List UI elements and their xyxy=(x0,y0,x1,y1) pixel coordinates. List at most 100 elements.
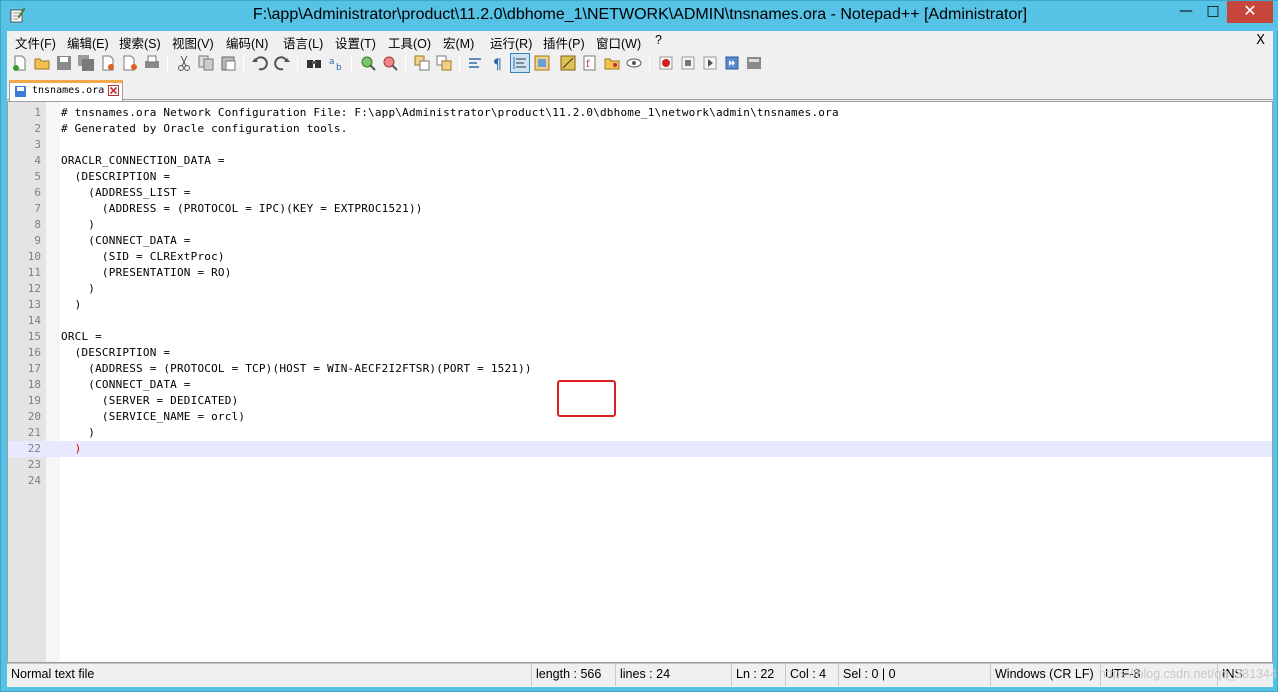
editor-line[interactable]: 5 (DESCRIPTION = xyxy=(8,169,1272,185)
paste-icon[interactable] xyxy=(219,54,237,72)
open-file-icon[interactable] xyxy=(33,54,51,72)
macro-run-multiple-icon[interactable] xyxy=(723,54,741,72)
copy-icon[interactable] xyxy=(197,54,215,72)
menu-run[interactable]: 运行(R) xyxy=(490,33,532,52)
menu-window[interactable]: 窗口(W) xyxy=(596,33,641,52)
editor-line[interactable]: 17 (ADDRESS = (PROTOCOL = TCP)(HOST = WI… xyxy=(8,361,1272,377)
editor-line[interactable]: 24 xyxy=(8,473,1272,489)
monitoring-eye-icon[interactable] xyxy=(625,54,643,72)
editor-line[interactable]: 12 ) xyxy=(8,281,1272,297)
menu-tools[interactable]: 工具(O) xyxy=(388,33,431,52)
editor-line[interactable]: 23 xyxy=(8,457,1272,473)
editor-line[interactable]: 18 (CONNECT_DATA = xyxy=(8,377,1272,393)
editor-line[interactable]: 3 xyxy=(8,137,1272,153)
line-number: 23 xyxy=(27,458,41,471)
line-number: 16 xyxy=(27,346,41,359)
maximize-button[interactable]: □ xyxy=(1200,1,1226,23)
print-icon[interactable] xyxy=(143,54,161,72)
word-wrap-icon[interactable] xyxy=(467,54,485,72)
text-editor[interactable]: 1 # tnsnames.ora Network Configuration Fi… xyxy=(7,101,1273,663)
replace-icon[interactable]: ab xyxy=(327,54,345,72)
zoom-in-icon[interactable] xyxy=(359,54,377,72)
line-number: 11 xyxy=(27,266,41,279)
tab-label: tnsnames.ora xyxy=(32,85,105,96)
editor-line[interactable]: 14 xyxy=(8,313,1272,329)
toolbar-separator xyxy=(459,55,460,73)
editor-line[interactable]: 11 (PRESENTATION = RO) xyxy=(8,265,1272,281)
close-file-icon[interactable] xyxy=(99,54,117,72)
save-all-icon[interactable] xyxy=(77,54,95,72)
sync-horizontal-icon[interactable] xyxy=(435,54,453,72)
port-highlight-annotation xyxy=(557,380,616,417)
sync-vertical-icon[interactable] xyxy=(413,54,431,72)
macro-save-icon[interactable] xyxy=(745,54,763,72)
menu-plugins[interactable]: 插件(P) xyxy=(543,33,585,52)
macro-play-icon[interactable] xyxy=(701,54,719,72)
editor-line[interactable]: 9 (CONNECT_DATA = xyxy=(8,233,1272,249)
menu-macro[interactable]: 宏(M) xyxy=(443,33,474,52)
line-text: (CONNECT_DATA = xyxy=(61,378,191,391)
line-text: # tnsnames.ora Network Configuration Fil… xyxy=(61,106,839,119)
line-text: (SERVICE_NAME = orcl) xyxy=(61,410,246,423)
function-list-icon[interactable]: f xyxy=(581,54,599,72)
editor-line[interactable]: 22 ) xyxy=(8,441,1272,457)
menu-file[interactable]: 文件(F) xyxy=(15,33,56,52)
save-icon[interactable] xyxy=(55,54,73,72)
tab-close-icon[interactable] xyxy=(108,85,119,96)
editor-line[interactable]: 19 (SERVER = DEDICATED) xyxy=(8,393,1272,409)
menu-edit[interactable]: 编辑(E) xyxy=(67,33,109,52)
line-number: 13 xyxy=(27,298,41,311)
show-all-chars-icon[interactable]: ¶ xyxy=(489,54,507,72)
toolbar-separator xyxy=(351,55,352,73)
tab-tnsnames[interactable]: tnsnames.ora xyxy=(9,80,123,101)
cut-icon[interactable] xyxy=(175,54,193,72)
macro-stop-icon[interactable] xyxy=(679,54,697,72)
editor-line[interactable]: 2 # Generated by Oracle configuration too… xyxy=(8,121,1272,137)
undo-icon[interactable] xyxy=(251,54,269,72)
editor-line[interactable]: 16 (DESCRIPTION = xyxy=(8,345,1272,361)
menu-settings[interactable]: 设置(T) xyxy=(335,33,376,52)
close-document-button[interactable]: X xyxy=(1256,33,1265,48)
close-all-icon[interactable] xyxy=(121,54,139,72)
new-file-icon[interactable] xyxy=(11,54,29,72)
watermark-text: https://blog.csdn.net/qq_381344 xyxy=(1099,667,1277,681)
minimize-button[interactable]: — xyxy=(1173,1,1199,23)
editor-line[interactable]: 8 ) xyxy=(8,217,1272,233)
macro-record-icon[interactable] xyxy=(657,54,675,72)
editor-line[interactable]: 15 ORCL = xyxy=(8,329,1272,345)
toolbar-separator xyxy=(405,55,406,73)
line-text: ORACLR_CONNECTION_DATA = xyxy=(61,154,225,167)
editor-line[interactable]: 1 # tnsnames.ora Network Configuration Fi… xyxy=(8,105,1272,121)
doc-map-icon[interactable] xyxy=(559,54,577,72)
menu-language[interactable]: 语言(L) xyxy=(283,33,323,52)
editor-line[interactable]: 10 (SID = CLRExtProc) xyxy=(8,249,1272,265)
line-number: 5 xyxy=(34,170,41,183)
editor-line[interactable]: 20 (SERVICE_NAME = orcl) xyxy=(8,409,1272,425)
menu-help[interactable]: ? xyxy=(655,33,662,47)
close-window-button[interactable]: ✕ xyxy=(1227,1,1273,23)
title-bar[interactable]: F:\app\Administrator\product\11.2.0\dbho… xyxy=(1,1,1278,31)
indent-guide-icon[interactable] xyxy=(510,53,530,73)
line-text: (CONNECT_DATA = xyxy=(61,234,191,247)
line-text: ) xyxy=(61,426,96,439)
editor-line[interactable]: 21 ) xyxy=(8,425,1272,441)
redo-icon[interactable] xyxy=(273,54,291,72)
line-number: 19 xyxy=(27,394,41,407)
editor-line[interactable]: 7 (ADDRESS = (PROTOCOL = IPC)(KEY = EXTP… xyxy=(8,201,1272,217)
folder-workspace-icon[interactable] xyxy=(603,54,621,72)
find-icon[interactable] xyxy=(305,54,323,72)
line-number: 24 xyxy=(27,474,41,487)
line-number: 21 xyxy=(27,426,41,439)
zoom-out-icon[interactable] xyxy=(381,54,399,72)
line-number: 9 xyxy=(34,234,41,247)
udl-icon[interactable] xyxy=(533,54,551,72)
menu-search[interactable]: 搜索(S) xyxy=(119,33,161,52)
status-eol-format[interactable]: Windows (CR LF) xyxy=(990,664,1100,686)
menu-view[interactable]: 视图(V) xyxy=(172,33,214,52)
editor-line[interactable]: 4 ORACLR_CONNECTION_DATA = xyxy=(8,153,1272,169)
editor-line[interactable]: 13 ) xyxy=(8,297,1272,313)
status-line-number: Ln : 22 xyxy=(731,664,785,686)
menu-encoding[interactable]: 编码(N) xyxy=(226,33,268,52)
editor-line[interactable]: 6 (ADDRESS_LIST = xyxy=(8,185,1272,201)
svg-text:¶: ¶ xyxy=(493,57,502,72)
